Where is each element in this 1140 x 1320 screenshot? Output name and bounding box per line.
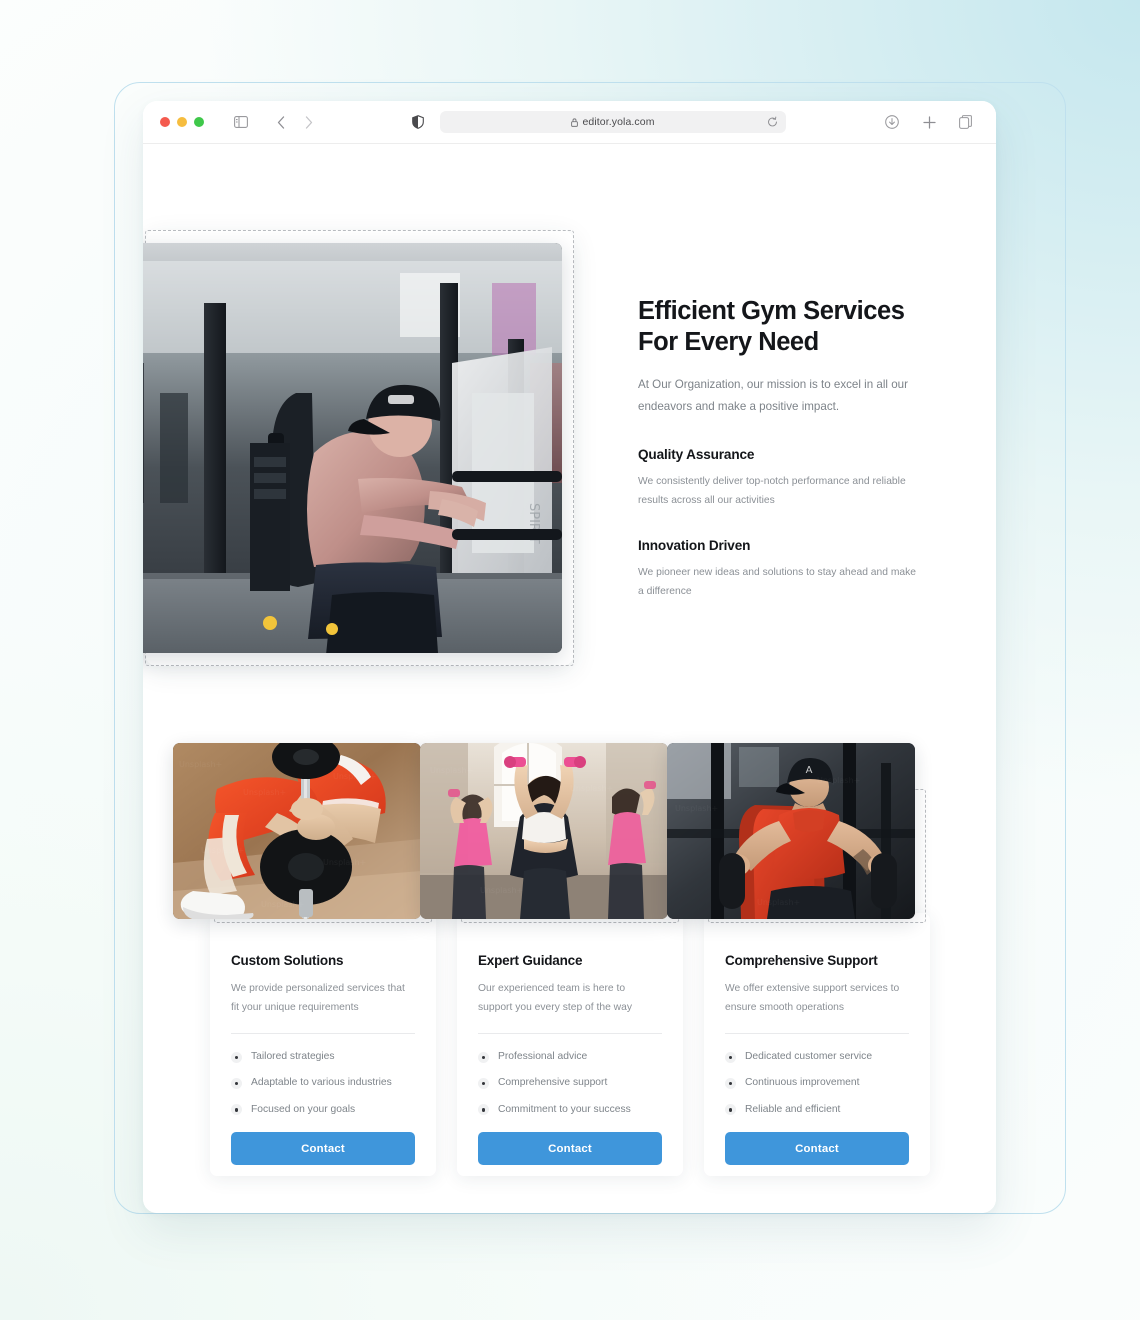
bullet-dot-icon [231,1051,242,1063]
browser-window: editor.yola.com SPIRIT Efficient Gym Ser… [143,101,996,1213]
bullet-label: Focused on your goals [251,1103,356,1115]
card-divider [478,1033,662,1035]
svg-text:Unsplash+: Unsplash+ [757,898,800,907]
download-icon[interactable] [879,109,905,135]
list-item: Adaptable to various industries [231,1077,415,1090]
hero-text-block: Efficient Gym Services For Every Need At… [638,296,928,601]
site-canvas: SPIRIT Efficient Gym Services For Every … [143,144,996,1213]
bullet-dot-icon [725,1104,736,1116]
card-bullet-list: Dedicated customer service Continuous im… [725,1051,909,1116]
svg-text:Unsplash+: Unsplash+ [179,760,222,769]
feature-title: Innovation Driven [638,538,751,554]
card-image[interactable]: Unsplash+ Unsplash+ Unsplash+ Unsplash+ … [173,743,421,919]
card-title: Expert Guidance [478,953,583,968]
list-item: Professional advice [478,1051,662,1063]
address-bar-url: editor.yola.com [582,116,655,128]
toolbar-right-actions [879,109,979,135]
svg-text:A: A [806,765,813,776]
bullet-dot-icon [231,1104,242,1116]
card-divider [725,1033,909,1035]
card-bullet-list: Professional advice Comprehensive suppor… [478,1051,662,1116]
list-item: Continuous improvement [725,1077,909,1090]
card-title: Comprehensive Support [725,953,878,968]
feature-quality-assurance: Quality Assurance We consistently delive… [638,447,928,510]
bullet-label: Commitment to your success [498,1103,631,1115]
svg-text:Unsplash+: Unsplash+ [261,900,304,909]
svg-text:Unsplash+: Unsplash+ [333,772,376,781]
service-card-expert-guidance: Unsplash+ Unsplash+ Unsplash+ Expert Gui… [420,743,683,1176]
bullet-label: Professional advice [498,1051,588,1063]
service-card-custom-solutions: Unsplash+ Unsplash+ Unsplash+ Unsplash+ … [173,743,436,1176]
bullet-dot-icon [725,1078,736,1090]
window-controls [160,117,204,127]
card-image[interactable]: A [667,743,915,919]
svg-text:Unsplash+: Unsplash+ [817,776,860,785]
reload-icon[interactable] [767,116,778,128]
shield-icon[interactable] [405,109,431,135]
sidebar-toggle-icon[interactable] [228,109,254,135]
list-item: Commitment to your success [478,1104,662,1116]
card-title: Custom Solutions [231,953,344,968]
list-item: Comprehensive support [478,1077,662,1090]
list-item: Tailored strategies [231,1051,415,1063]
browser-toolbar: editor.yola.com [143,101,996,144]
svg-text:Unsplash+: Unsplash+ [243,788,286,797]
new-tab-plus-icon[interactable] [916,109,942,135]
bullet-dot-icon [478,1104,489,1116]
card-description: We offer extensive support services to e… [725,983,900,1014]
feature-title: Quality Assurance [638,447,755,463]
svg-text:Unsplash+: Unsplash+ [201,846,244,855]
svg-text:Unsplash+: Unsplash+ [480,886,523,895]
list-item: Focused on your goals [231,1104,415,1116]
hero-image[interactable]: SPIRIT [143,243,562,653]
bullet-dot-icon [231,1078,242,1090]
card-description: Our experienced team is here to support … [478,983,632,1014]
list-item: Reliable and efficient [725,1104,909,1116]
bullet-dot-icon [725,1051,736,1063]
feature-body: We consistently deliver top-notch perfor… [638,476,906,507]
card-bullet-list: Tailored strategies Adaptable to various… [231,1051,415,1116]
bullet-label: Continuous improvement [745,1077,860,1089]
back-button[interactable] [268,109,294,135]
feature-innovation-driven: Innovation Driven We pioneer new ideas a… [638,538,928,601]
card-divider [231,1033,415,1035]
bullet-label: Reliable and efficient [745,1103,841,1115]
bullet-dot-icon [478,1051,489,1063]
card-description: We provide personalized services that fi… [231,983,405,1014]
card-body: Comprehensive Support We offer extensive… [704,913,930,1166]
svg-text:Unsplash+: Unsplash+ [675,804,718,813]
hero-subtitle: At Our Organization, our mission is to e… [638,378,908,413]
bullet-dot-icon [478,1078,489,1090]
card-body: Custom Solutions We provide personalized… [210,913,436,1166]
bullet-label: Adaptable to various industries [251,1077,392,1089]
address-bar[interactable]: editor.yola.com [440,111,786,133]
card-image[interactable]: Unsplash+ Unsplash+ Unsplash+ [420,743,668,919]
service-card-comprehensive-support: A Comprehensive Support We offer extensi… [667,743,930,1176]
bullet-label: Dedicated customer service [745,1051,873,1063]
card-body: Expert Guidance Our experienced team is … [457,913,683,1166]
svg-text:Unsplash+: Unsplash+ [570,784,613,793]
bullet-label: Tailored strategies [251,1051,335,1063]
contact-button[interactable]: Contact [725,1132,909,1166]
list-item: Dedicated customer service [725,1051,909,1063]
minimize-window-button[interactable] [177,117,187,127]
page-title: Efficient Gym Services For Every Need [638,297,905,357]
service-cards-row: Unsplash+ Unsplash+ Unsplash+ Unsplash+ … [173,743,930,1176]
maximize-window-button[interactable] [194,117,204,127]
svg-text:Unsplash+: Unsplash+ [430,766,473,775]
forward-button[interactable] [296,109,322,135]
feature-body: We pioneer new ideas and solutions to st… [638,567,917,598]
close-window-button[interactable] [160,117,170,127]
contact-button[interactable]: Contact [231,1132,415,1166]
bullet-label: Comprehensive support [498,1077,608,1089]
lock-icon [571,117,579,127]
address-bar-area: editor.yola.com [322,109,869,135]
svg-text:Unsplash+: Unsplash+ [323,858,366,867]
tab-overview-icon[interactable] [953,109,979,135]
contact-button[interactable]: Contact [478,1132,662,1166]
